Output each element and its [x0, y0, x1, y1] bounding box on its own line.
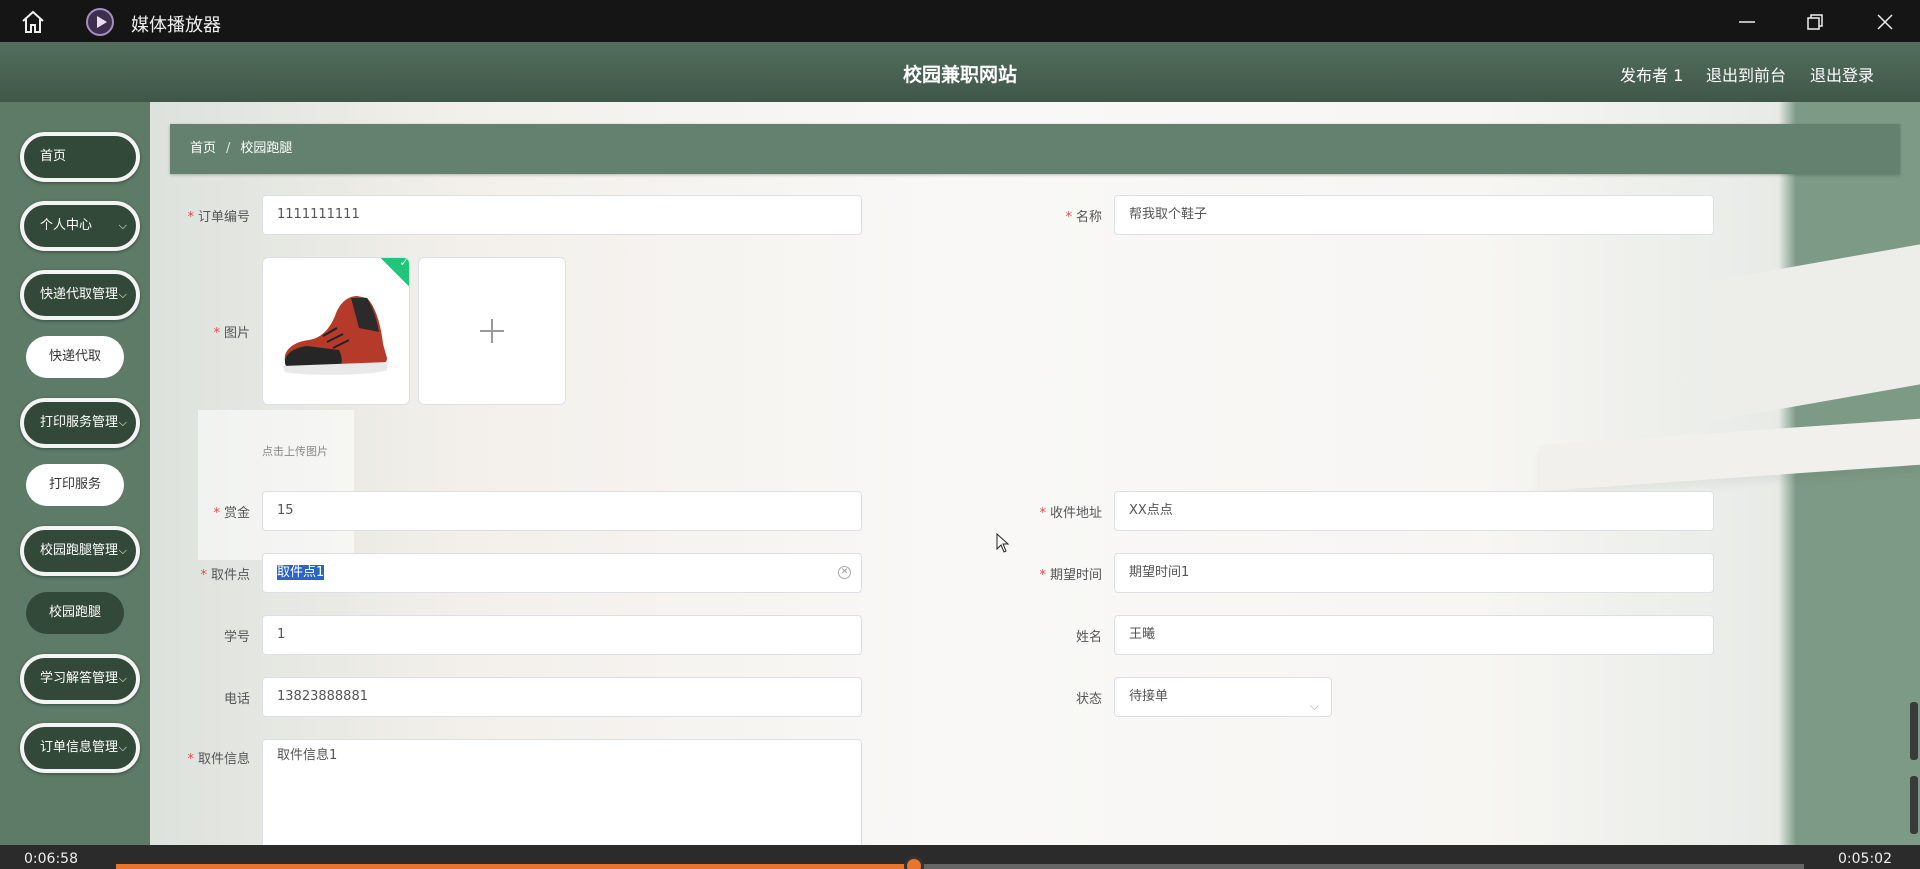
sidebar-subitem-errand[interactable]: 校园跑腿	[26, 592, 124, 634]
media-player-titlebar: 媒体播放器	[0, 0, 1920, 42]
sidebar-subitem-express[interactable]: 快递代取	[26, 336, 124, 378]
media-control-bar: 0:06:58 0:05:02	[0, 845, 1920, 869]
app-title: 媒体播放器	[131, 15, 221, 36]
chevron-down-icon: ⌵	[118, 672, 127, 685]
close-icon	[1877, 14, 1893, 30]
media-player-logo-icon	[86, 8, 114, 36]
address-label: * 收件地址	[1039, 506, 1102, 521]
chevron-down-icon: ⌵	[118, 416, 127, 429]
status-selected-value: 待接单	[1129, 689, 1169, 704]
sidebar-subitem-print[interactable]: 打印服务	[26, 464, 124, 506]
chevron-down-icon: ⌵	[1309, 699, 1319, 713]
pickup-info-label: * 取件信息	[187, 752, 250, 767]
image-upload-button[interactable]	[418, 257, 566, 405]
image-label: * 图片	[213, 326, 250, 341]
status-select[interactable]: 待接单 ⌵	[1114, 677, 1332, 717]
close-button[interactable]	[1862, 6, 1908, 38]
expected-time-label: * 期望时间	[1039, 568, 1102, 583]
total-time: 0:05:02	[1838, 851, 1892, 867]
uploaded-image[interactable]	[262, 257, 410, 405]
minimize-button[interactable]	[1724, 6, 1770, 38]
expected-time-input[interactable]: 期望时间1	[1114, 553, 1714, 593]
real-name-input[interactable]: 王曦	[1114, 615, 1714, 655]
sidebar-item-study-qa-management[interactable]: 学习解答管理 ⌵	[20, 654, 140, 704]
reward-label: * 赏金	[213, 506, 250, 521]
chevron-down-icon: ⌵	[118, 219, 127, 232]
sidebar-item-personal-center[interactable]: 个人中心 ⌵	[20, 201, 140, 251]
pickup-info-textarea[interactable]: 取件信息1	[262, 739, 862, 845]
current-user: 发布者 1	[1620, 66, 1684, 85]
order-no-input[interactable]: 1111111111	[262, 195, 862, 235]
breadcrumb: 首页 / 校园跑腿	[170, 124, 1900, 174]
chevron-down-icon: ⌵	[118, 741, 127, 754]
restore-button[interactable]	[1792, 6, 1838, 38]
scrollbar-thumb[interactable]	[1910, 702, 1918, 760]
sidebar-item-order-management[interactable]: 订单信息管理 ⌵	[20, 723, 140, 773]
phone-input[interactable]: 13823888881	[262, 677, 862, 717]
sidebar-item-print-management[interactable]: 打印服务管理 ⌵	[20, 398, 140, 448]
background-decoration	[198, 410, 354, 560]
breadcrumb-separator: /	[226, 141, 231, 156]
chevron-down-icon: ⌵	[118, 544, 127, 557]
name-input[interactable]: 帮我取个鞋子	[1114, 195, 1714, 235]
sidebar: 首页 个人中心 ⌵ 快递代取管理 ⌵ 快递代取 打印服务管理 ⌵ 打印服务 校园跑腿管…	[0, 102, 150, 845]
scrollbar-thumb[interactable]	[1910, 776, 1918, 834]
sidebar-item-errand-management[interactable]: 校园跑腿管理 ⌵	[20, 526, 140, 576]
breadcrumb-home[interactable]: 首页	[190, 141, 216, 156]
seek-bar-fill	[116, 864, 915, 869]
student-id-input[interactable]: 1	[262, 615, 862, 655]
background-decoration	[1710, 242, 1920, 422]
reward-input[interactable]: 15	[262, 491, 862, 531]
student-id-label: 学号	[223, 630, 250, 645]
restore-icon	[1807, 14, 1823, 30]
seek-bar[interactable]	[116, 856, 1804, 869]
real-name-label: 姓名	[1075, 630, 1102, 645]
pickup-point-input[interactable]: 取件点1 ✕	[262, 553, 862, 593]
sidebar-item-home[interactable]: 首页	[20, 132, 140, 182]
order-no-label: * 订单编号	[187, 210, 250, 225]
minimize-icon	[1739, 21, 1755, 23]
upload-hint: 点击上传图片	[262, 445, 328, 458]
home-icon[interactable]	[20, 9, 46, 35]
elapsed-time: 0:06:58	[24, 851, 78, 867]
chevron-down-icon: ⌵	[118, 288, 127, 301]
breadcrumb-current: 校园跑腿	[240, 141, 293, 156]
mouse-cursor-icon	[996, 533, 1010, 553]
sidebar-item-express-management[interactable]: 快递代取管理 ⌵	[20, 270, 140, 320]
plus-icon	[480, 319, 504, 343]
selected-text: 取件点1	[277, 565, 325, 580]
clear-icon[interactable]: ✕	[838, 566, 851, 579]
pickup-point-label: * 取件点	[200, 568, 250, 583]
site-header: 校园兼职网站 发布者 1 退出到前台 退出登录	[0, 42, 1920, 102]
status-label: 状态	[1075, 692, 1102, 707]
name-label: * 名称	[1065, 210, 1102, 225]
seek-bar-handle[interactable]	[904, 856, 925, 869]
logout-link[interactable]: 退出登录	[1810, 62, 1874, 86]
shoe-image	[283, 296, 387, 375]
exit-to-front-link[interactable]: 退出到前台	[1706, 62, 1786, 86]
phone-label: 电话	[223, 692, 250, 707]
main-content: 首页 / 校园跑腿 * 订单编号 1111111111 * 名称 帮我取个鞋子 * 图片 …	[150, 102, 1920, 845]
background-decoration	[1540, 418, 1920, 492]
address-input[interactable]: XX点点	[1114, 491, 1714, 531]
